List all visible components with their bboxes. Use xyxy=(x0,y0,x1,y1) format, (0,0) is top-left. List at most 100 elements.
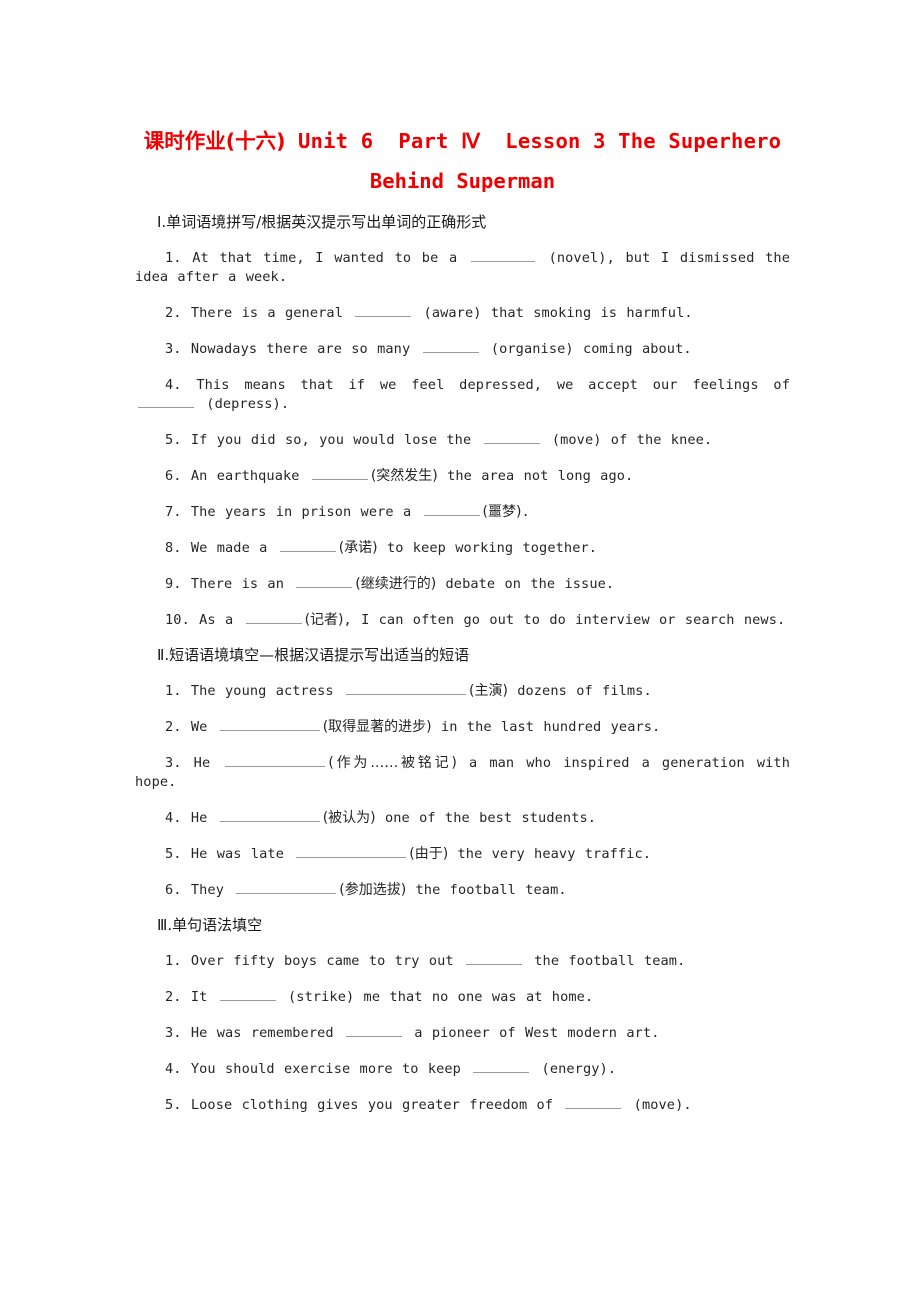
answer-blank[interactable] xyxy=(225,755,326,767)
question-item: 2. We (取得显著的进步) in the last hundred year… xyxy=(135,718,790,737)
question-hint-cjk: (取得显著的进步) xyxy=(322,719,432,735)
question-item: 5. Loose clothing gives you greater free… xyxy=(135,1096,790,1115)
question-text: Loose clothing gives you greater freedom… xyxy=(181,1097,563,1113)
section-heading: Ⅰ.单词语境拼写/根据英汉提示写出单词的正确形式 xyxy=(157,213,487,231)
question-text: to keep working together. xyxy=(377,540,598,556)
question-number: 4. xyxy=(165,810,182,826)
page-title-gap xyxy=(286,129,299,153)
section-heading: Ⅲ.单句语法填空 xyxy=(157,916,263,934)
question-text: Over fifty boys came to try out xyxy=(181,953,463,969)
question-text: (move). xyxy=(624,1097,692,1113)
question-hint-cjk: (噩梦) xyxy=(482,504,522,520)
question-item: 9. There is an (继续进行的) debate on the iss… xyxy=(135,575,790,594)
page-title: 课时作业(十六) Unit 6 Part Ⅳ Lesson 3 The Supe… xyxy=(135,118,790,165)
question-text: (depress). xyxy=(197,396,290,412)
question-number: 5. xyxy=(165,846,182,862)
answer-blank[interactable] xyxy=(219,989,276,1001)
question-hint-cjk: (参加选拔) xyxy=(339,882,407,898)
question-text: This means that if we feel depressed, we… xyxy=(181,377,790,393)
question-number: 3. xyxy=(165,1025,182,1041)
question-text: The young actress xyxy=(181,683,343,699)
question-number: 1. xyxy=(165,683,182,699)
question-number: 1. xyxy=(165,953,182,969)
answer-blank[interactable] xyxy=(483,432,540,444)
question-text: The years in prison were a xyxy=(181,504,421,520)
question-item: 6. They (参加选拔) the football team. xyxy=(135,881,790,900)
question-number: 3. xyxy=(165,755,182,771)
question-item: 4. You should exercise more to keep (ene… xyxy=(135,1060,790,1079)
question-text: He xyxy=(181,755,223,771)
answer-blank[interactable] xyxy=(565,1097,622,1109)
question-text: As a xyxy=(189,612,243,628)
answer-blank[interactable] xyxy=(236,882,337,894)
question-number: 7. xyxy=(165,504,182,520)
question-item: 1. The young actress (主演) dozens of film… xyxy=(135,682,790,701)
question-text: the very heavy traffic. xyxy=(448,846,652,862)
question-item: 5. If you did so, you would lose the (mo… xyxy=(135,431,790,450)
page-subtitle-italic: Superman xyxy=(456,169,556,193)
answer-blank[interactable] xyxy=(355,305,412,317)
answer-blank[interactable] xyxy=(296,576,353,588)
answer-blank[interactable] xyxy=(245,612,302,624)
question-text: It xyxy=(181,989,217,1005)
question-number: 10. xyxy=(165,612,190,628)
question-text: He was remembered xyxy=(181,1025,343,1041)
answer-blank[interactable] xyxy=(345,1025,402,1037)
question-number: 4. xyxy=(165,1061,182,1077)
question-text: (strike) me that no one was at home. xyxy=(278,989,594,1005)
question-text: in the last hundred years. xyxy=(431,719,661,735)
answer-blank[interactable] xyxy=(138,396,194,408)
question-text: He was late xyxy=(181,846,294,862)
answer-blank[interactable] xyxy=(296,846,407,858)
question-text: At that time, I wanted to be a xyxy=(181,250,468,266)
question-number: 5. xyxy=(165,432,182,448)
page-subtitle-prefix: Behind xyxy=(369,169,457,193)
answer-blank[interactable] xyxy=(473,1061,530,1073)
answer-blank[interactable] xyxy=(219,810,320,822)
question-hint-cjk: (主演) xyxy=(468,683,508,699)
section-heading: Ⅱ.短语语境填空—根据汉语提示写出适当的短语 xyxy=(157,646,470,664)
page-title-cjk: 课时作业(十六) xyxy=(143,129,286,153)
answer-blank[interactable] xyxy=(311,468,368,480)
question-hint-cjk: (被认为) xyxy=(322,810,376,826)
question-hint-cjk: (继续进行的) xyxy=(355,576,437,592)
question-item: 3. He (作为……被铭记) a man who inspired a gen… xyxy=(135,754,790,792)
question-item: 4. He (被认为) one of the best students. xyxy=(135,809,790,828)
question-hint-cjk: (突然发生) xyxy=(370,468,438,484)
question-text: the football team. xyxy=(406,882,567,898)
question-item: 2. It (strike) me that no one was at hom… xyxy=(135,988,790,1007)
question-number: 2. xyxy=(165,989,182,1005)
question-text: They xyxy=(181,882,234,898)
question-hint-cjk: (作为……被铭记) xyxy=(328,755,457,771)
question-item: 3. Nowadays there are so many (organise)… xyxy=(135,340,790,359)
question-text: the area not long ago. xyxy=(437,468,634,484)
question-number: 2. xyxy=(165,305,182,321)
question-text: debate on the issue. xyxy=(436,576,615,592)
question-number: 8. xyxy=(165,540,182,556)
question-text: If you did so, you would lose the xyxy=(181,432,481,448)
page-title-en: Unit 6 Part Ⅳ Lesson 3 The Superhero xyxy=(298,129,782,153)
question-text: We xyxy=(181,719,217,735)
question-hint-cjk: (承诺) xyxy=(338,540,378,556)
question-text: (aware) that smoking is harmful. xyxy=(414,305,693,321)
question-number: 1. xyxy=(165,250,182,266)
question-text: the football team. xyxy=(524,953,686,969)
question-text: . xyxy=(521,504,530,520)
answer-blank[interactable] xyxy=(422,341,479,353)
question-text: We made a xyxy=(181,540,277,556)
question-hint-cjk: (由于) xyxy=(409,846,449,862)
answer-blank[interactable] xyxy=(465,953,522,965)
question-item: 3. He was remembered a pioneer of West m… xyxy=(135,1024,790,1043)
answer-blank[interactable] xyxy=(470,250,535,262)
answer-blank[interactable] xyxy=(219,719,320,731)
question-text: (energy). xyxy=(532,1061,617,1077)
answer-blank[interactable] xyxy=(423,504,480,516)
answer-blank[interactable] xyxy=(345,683,466,695)
question-text: You should exercise more to keep xyxy=(181,1061,471,1077)
page-subtitle: Behind Superman xyxy=(135,165,790,197)
question-text: There is an xyxy=(181,576,294,592)
answer-blank[interactable] xyxy=(279,540,336,552)
question-number: 6. xyxy=(165,468,182,484)
question-item: 10. As a (记者), I can often go out to do … xyxy=(135,611,790,630)
question-text: An earthquake xyxy=(181,468,309,484)
